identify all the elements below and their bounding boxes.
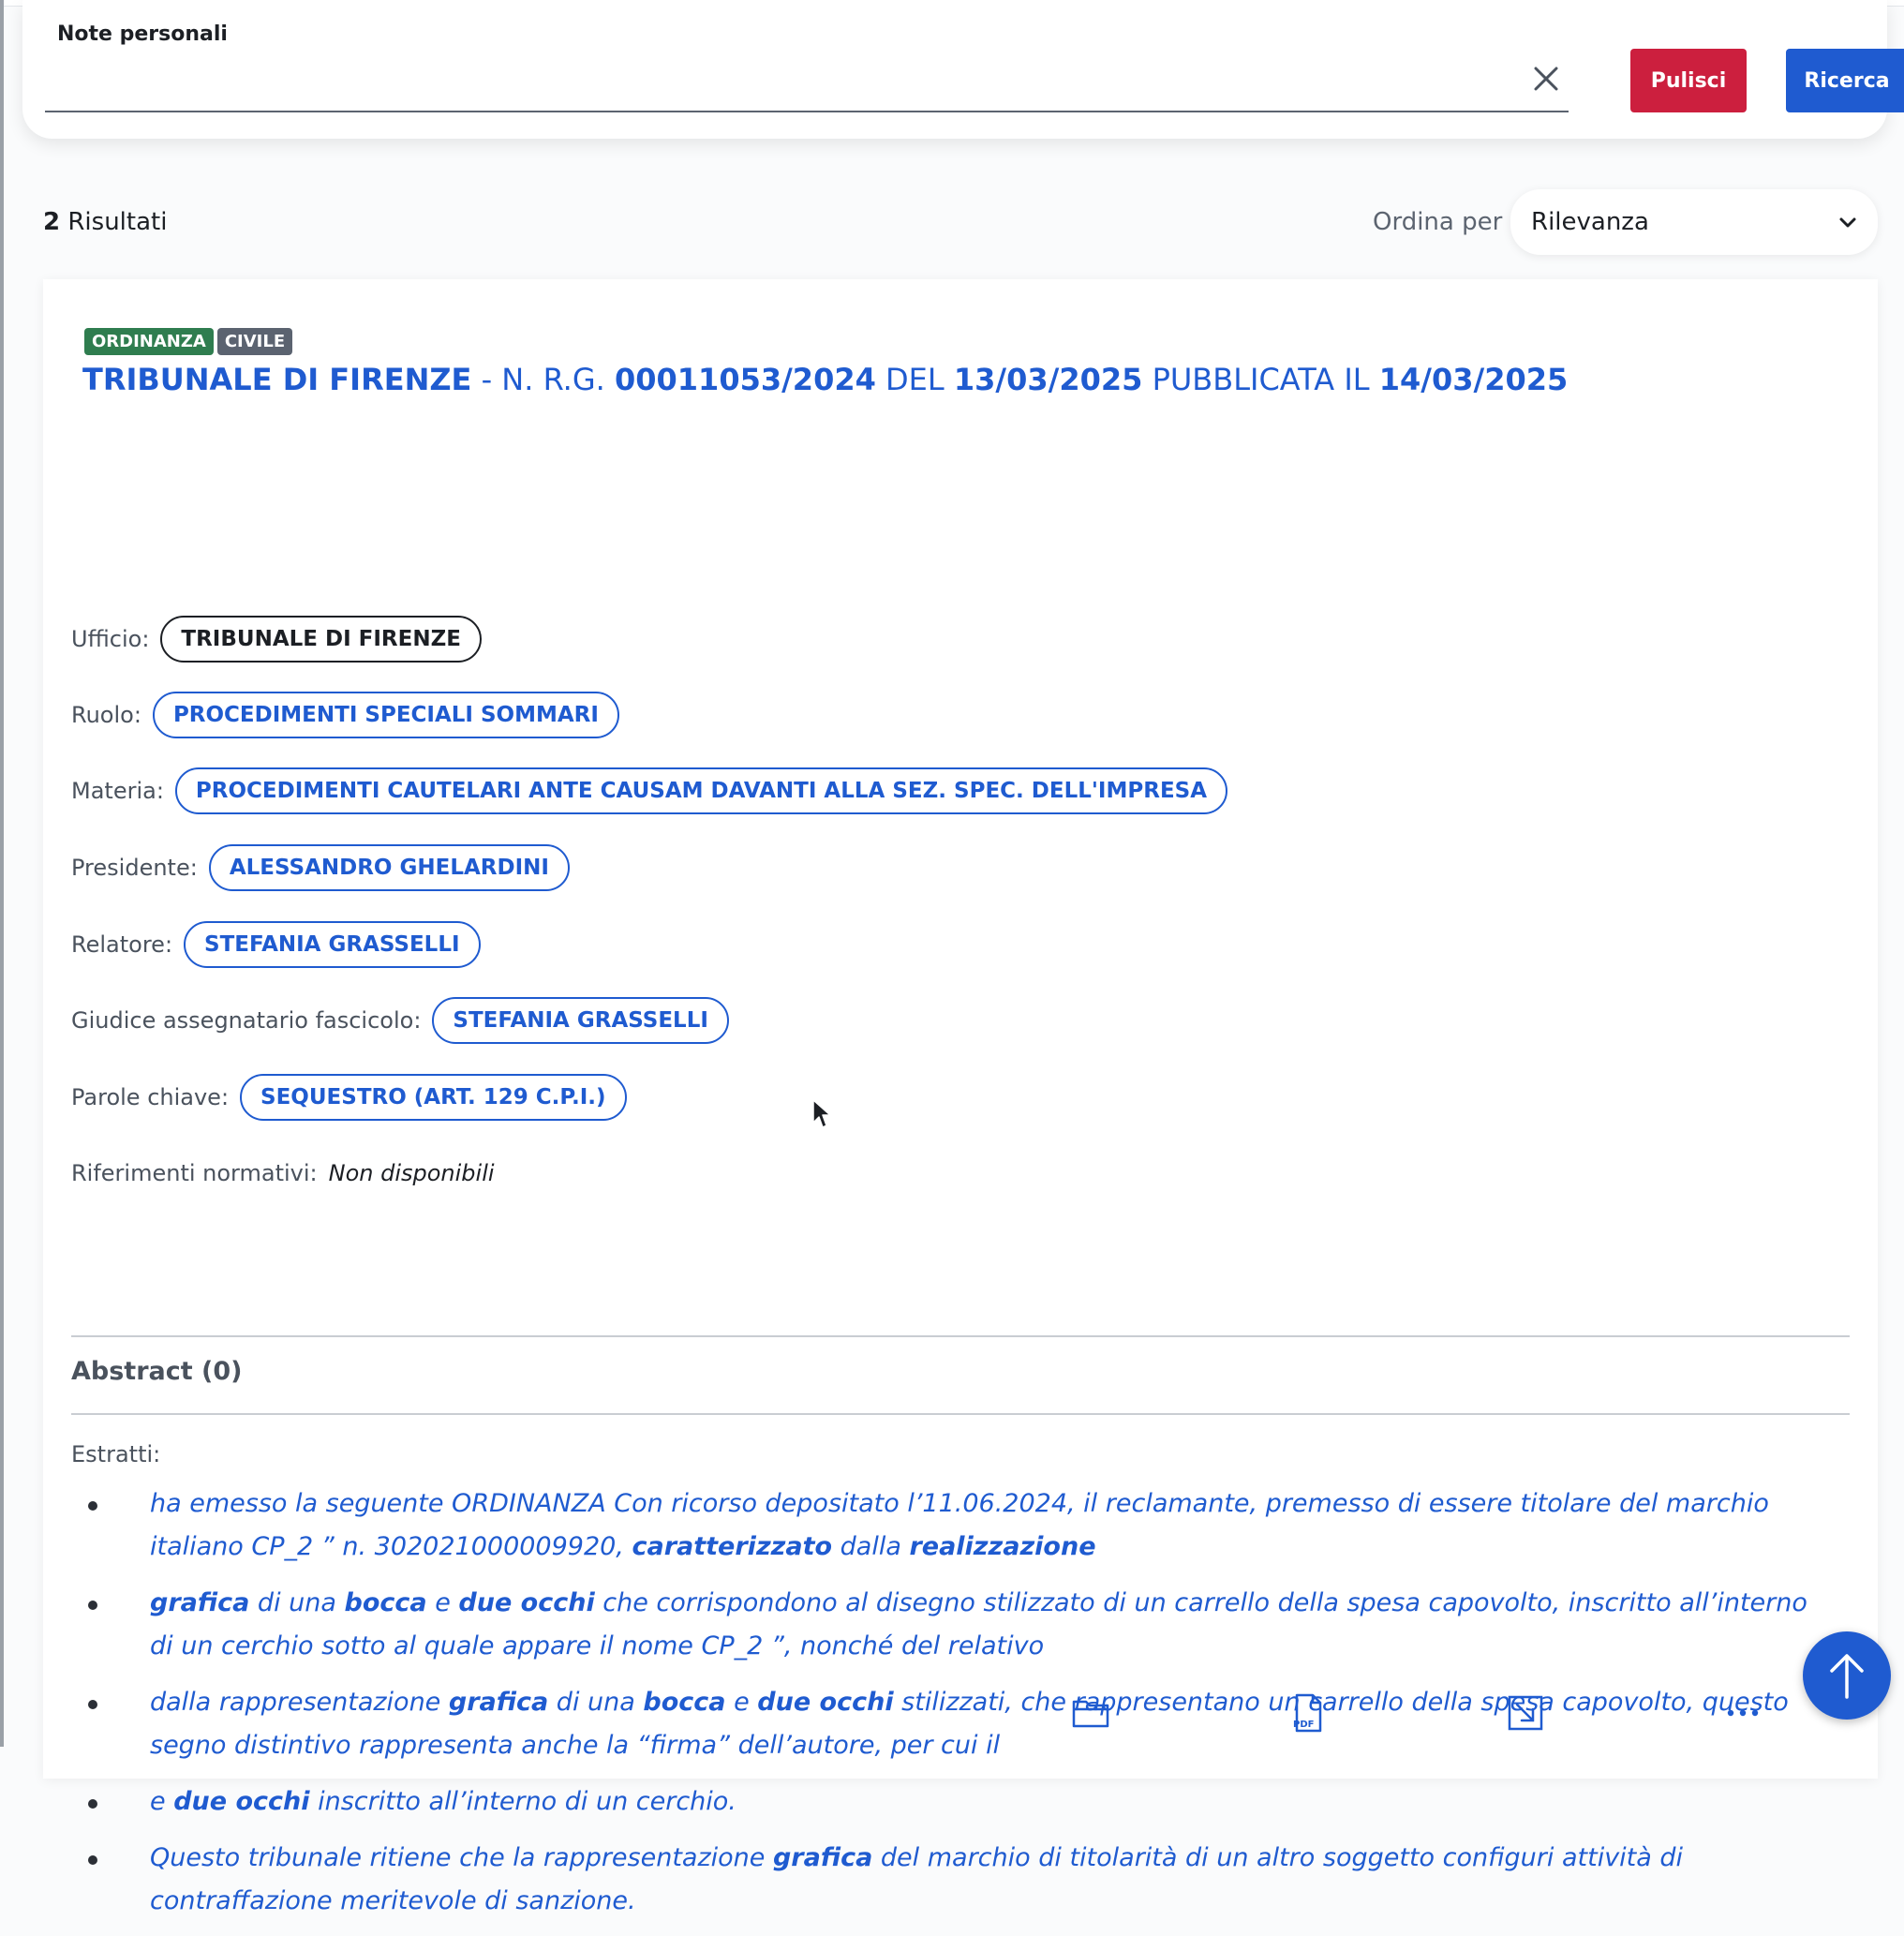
extract-item: dalla rappresentazione grafica di una bo… [71,1681,1823,1767]
field-presidente: Presidente: ALESSANDRO GHELARDINI [71,842,570,893]
clear-button[interactable]: Pulisci [1630,49,1747,112]
title-published-date: 14/03/2025 [1378,362,1569,397]
extract-text: inscritto all’interno di un cerchio. [309,1787,736,1816]
results-number: 2 [43,208,61,236]
badge-group: ORDINANZA CIVILE [84,328,296,355]
title-del: DEL [885,362,945,397]
field-label: Riferimenti normativi: [71,1160,318,1186]
badge-area: CIVILE [216,328,293,355]
highlight-term: bocca [344,1588,427,1617]
extract-text: dalla rappresentazione [150,1688,449,1717]
title-published-label: PUBBLICATA IL [1152,362,1370,397]
title-date: 13/03/2025 [953,362,1143,397]
back-to-top-button[interactable] [1803,1631,1891,1720]
badge-type: ORDINANZA [84,328,214,355]
field-materia: Materia: PROCEDIMENTI CAUTELARI ANTE CAU… [71,766,1228,816]
results-label: Risultati [67,208,168,236]
field-parole-chiave: Parole chiave: SEQUESTRO (ART. 129 C.P.I… [71,1072,627,1123]
extract-text: e [725,1688,758,1717]
note-input[interactable] [45,66,1569,112]
window-edge [0,0,4,1747]
keyword-chip[interactable]: SEQUESTRO (ART. 129 C.P.I.) [240,1074,627,1121]
highlight-term: due occhi [173,1787,310,1816]
extract-text: Questo tribunale ritiene che la rapprese… [150,1843,773,1872]
extracts-list: ha emesso la seguente ORDINANZA Con rico… [71,1482,1823,1936]
folder-icon[interactable] [1070,1692,1111,1734]
sort-select[interactable]: Rilevanza [1510,189,1878,255]
arrow-up-icon [1830,1654,1864,1699]
highlight-term: realizzazione [909,1532,1096,1561]
pdf-icon-label: PDF [1293,1720,1314,1730]
close-icon[interactable] [1529,62,1563,96]
open-external-icon[interactable] [1505,1692,1546,1734]
field-label: Parole chiave: [71,1084,230,1110]
results-count: 2 Risultati [43,208,167,236]
field-label: Ufficio: [71,626,150,652]
riferimenti-value: Non disponibili [328,1160,495,1186]
highlight-term: grafica [150,1588,250,1617]
extract-text: di una [548,1688,644,1717]
result-card: ORDINANZA CIVILE TRIBUNALE DI FIRENZE - N… [43,279,1878,1915]
extract-item: Questo tribunale ritiene che la rapprese… [71,1837,1823,1923]
highlight-term: grafica [448,1688,549,1717]
pdf-icon[interactable]: PDF [1287,1692,1329,1734]
highlight-term: bocca [643,1688,726,1717]
more-icon[interactable] [1722,1692,1763,1734]
title-rg-prefix: - N. R.G. [481,362,605,397]
giudice-chip[interactable]: STEFANIA GRASSELLI [432,997,729,1044]
highlight-term: caratterizzato [632,1532,833,1561]
materia-chip[interactable]: PROCEDIMENTI CAUTELARI ANTE CAUSAM DAVAN… [174,767,1228,814]
presidente-chip[interactable]: ALESSANDRO GHELARDINI [208,844,570,891]
sort-value: Rilevanza [1531,208,1649,236]
extract-text: e [150,1787,174,1816]
field-label: Ruolo: [71,702,141,728]
highlight-term: grafica [772,1843,873,1872]
divider [71,1335,1850,1337]
chevron-down-icon [1839,217,1856,228]
field-ufficio: Ufficio: TRIBUNALE DI FIRENZE [71,614,482,664]
extracts-label: Estratti: [71,1441,161,1467]
field-riferimenti: Riferimenti normativi: Non disponibili [71,1148,495,1199]
highlight-term: due occhi [757,1688,894,1717]
sort-label: Ordina per [1373,208,1503,236]
abstract-toggle[interactable]: Abstract (0) [71,1357,243,1386]
mouse-cursor-icon [812,1099,831,1128]
note-label: Note personali [57,22,228,46]
extract-item: e due occhi inscritto all’interno di un … [71,1780,1823,1824]
relatore-chip[interactable]: STEFANIA GRASSELLI [184,921,481,968]
highlight-term: due occhi [458,1588,595,1617]
field-label: Presidente: [71,855,198,881]
search-button[interactable]: Ricerca [1786,49,1904,112]
extract-text: dalla [832,1532,910,1561]
extract-text: e [426,1588,459,1617]
ruolo-chip[interactable]: PROCEDIMENTI SPECIALI SOMMARI [152,692,619,738]
search-panel: Note personali Pulisci Ricerca [22,0,1904,139]
extract-text: di una [249,1588,345,1617]
extract-item: ha emesso la seguente ORDINANZA Con rico… [71,1482,1823,1569]
ufficio-chip[interactable]: TRIBUNALE DI FIRENZE [160,616,482,663]
field-giudice: Giudice assegnatario fascicolo: STEFANIA… [71,995,729,1046]
title-court: TRIBUNALE DI FIRENZE [82,362,472,397]
field-label: Materia: [71,778,164,804]
field-label: Giudice assegnatario fascicolo: [71,1007,422,1034]
field-label: Relatore: [71,931,173,958]
field-ruolo: Ruolo: PROCEDIMENTI SPECIALI SOMMARI [71,690,619,740]
field-relatore: Relatore: STEFANIA GRASSELLI [71,919,481,970]
title-rg-number: 00011053/2024 [614,362,876,397]
extract-item: grafica di una bocca e due occhi che cor… [71,1582,1823,1668]
divider [71,1413,1850,1415]
document-title[interactable]: TRIBUNALE DI FIRENZE - N. R.G. 00011053/… [82,362,1568,397]
